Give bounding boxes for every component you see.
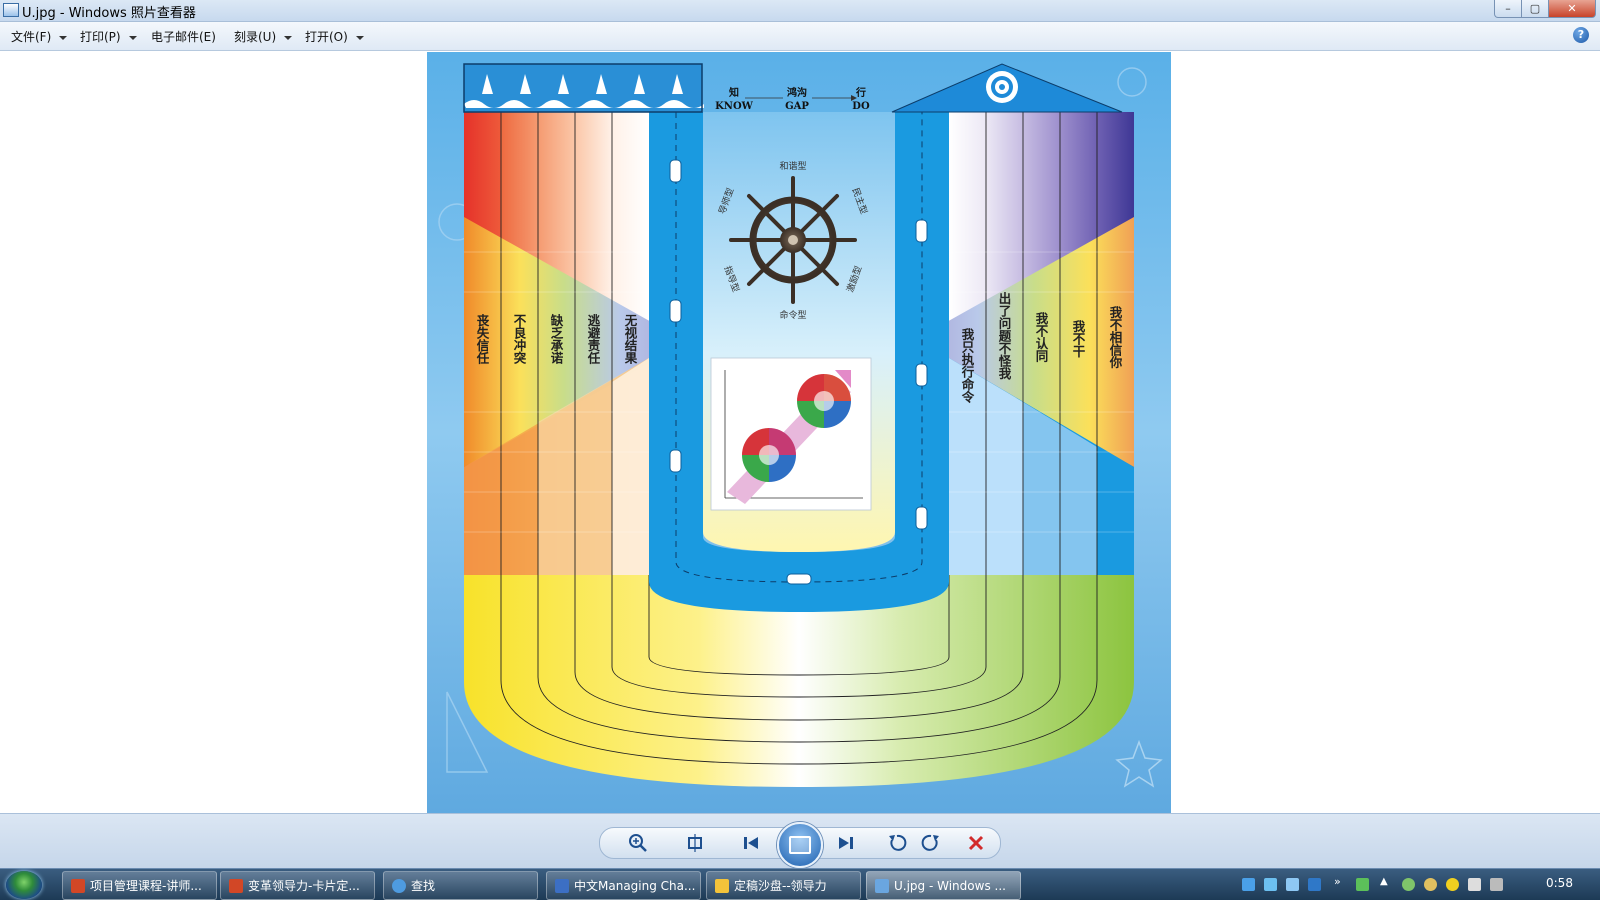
delete-icon[interactable] xyxy=(965,832,987,854)
window-title: U.jpg - Windows 照片查看器 xyxy=(22,6,196,21)
clock[interactable]: 0:58 xyxy=(1546,876,1573,890)
chevron-down-icon xyxy=(355,35,364,40)
viewer-control-bar xyxy=(0,813,1600,869)
u-diagram-image: 知 KNOW 鸿沟 GAP 行 DO 和谐型 命令型 导师型 指导型 民主型 激… xyxy=(427,52,1171,813)
menu-open[interactable]: 打开(O) xyxy=(305,28,364,45)
taskbar-item-label: 中文Managing Cha... xyxy=(574,879,696,893)
menu-bar: 文件(F) 打印(P) 电子邮件(E) 刻录(U) 打开(O) xyxy=(0,22,1600,51)
taskbar-item-label: 查找 xyxy=(411,879,436,893)
taskbar-item-photo-viewer[interactable]: U.jpg - Windows ... xyxy=(866,871,1021,900)
minimize-button[interactable]: – xyxy=(1494,0,1522,18)
right-text-2: 出了问题不怪我 xyxy=(997,291,1012,380)
slideshow-icon[interactable] xyxy=(777,822,823,868)
chevron-down-icon xyxy=(128,35,137,40)
taskbar-item-ppt-project[interactable]: 项目管理课程-讲师... xyxy=(62,871,217,900)
powerpoint-icon xyxy=(71,878,85,893)
wheel-label-top: 和谐型 xyxy=(779,161,806,172)
chevron-right-icon[interactable]: » xyxy=(1334,875,1347,888)
menu-file-label: 文件(F) xyxy=(11,30,52,44)
fit-icon[interactable] xyxy=(684,832,706,854)
menu-print-label: 打印(P) xyxy=(80,30,121,44)
taskbar-item-label: 变革领导力-卡片定... xyxy=(248,879,360,893)
menu-email-label: 电子邮件(E) xyxy=(151,30,216,44)
powerpoint-icon xyxy=(229,878,243,893)
update-icon[interactable] xyxy=(1446,878,1459,891)
menu-burn-label: 刻录(U) xyxy=(234,30,277,44)
right-text-4: 我不干 xyxy=(1071,319,1086,358)
know-cn-label: 知 xyxy=(728,86,739,99)
left-text-2: 不良冲突 xyxy=(512,314,527,365)
ship-wheel-icon xyxy=(729,176,857,304)
next-icon[interactable] xyxy=(835,832,857,854)
right-text-3: 我不认同 xyxy=(1034,311,1049,363)
right-text-1: 我只执行命令 xyxy=(960,327,975,404)
chevron-down-icon xyxy=(59,35,68,40)
image-viewport[interactable]: 知 KNOW 鸿沟 GAP 行 DO 和谐型 命令型 导师型 指导型 民主型 激… xyxy=(0,51,1600,813)
taskbar-item-label: 项目管理课程-讲师... xyxy=(90,879,202,893)
menu-open-label: 打开(O) xyxy=(305,30,348,44)
previous-icon[interactable] xyxy=(740,832,762,854)
document-icon xyxy=(555,878,569,893)
battery-icon[interactable] xyxy=(1356,878,1369,891)
tray-monitor-icon[interactable] xyxy=(1286,878,1299,891)
chevron-up-icon[interactable]: ▲ xyxy=(1380,876,1393,889)
gap-cn-label: 鸿沟 xyxy=(787,86,807,99)
security-icon[interactable] xyxy=(1424,878,1437,891)
left-text-5: 无视结果 xyxy=(623,314,638,365)
folder-icon xyxy=(715,878,729,893)
photo-viewer-icon xyxy=(875,878,889,893)
left-text-4: 逃避责任 xyxy=(586,313,601,365)
taskbar-item-label: 定稿沙盘--领导力 xyxy=(734,879,827,893)
right-text-5: 我不相信你 xyxy=(1108,305,1123,369)
do-cn-label: 行 xyxy=(855,86,866,99)
taskbar-item-search[interactable]: 查找 xyxy=(383,871,538,900)
inset-situational-chart xyxy=(710,357,872,511)
title-bar: U.jpg - Windows 照片查看器 xyxy=(0,0,1600,22)
close-button[interactable]: ✕ xyxy=(1548,0,1596,18)
menu-email[interactable]: 电子邮件(E) xyxy=(151,28,216,45)
taskbar-item-ppt-leadership[interactable]: 变革领导力-卡片定... xyxy=(220,871,375,900)
menu-file[interactable]: 文件(F) xyxy=(11,28,68,45)
device-icon[interactable] xyxy=(1468,878,1481,891)
taskbar-item-folder[interactable]: 定稿沙盘--领导力 xyxy=(706,871,861,900)
wheel-label-bottom: 命令型 xyxy=(779,309,806,321)
photo-viewer-icon xyxy=(3,3,19,17)
taskbar-item-label: U.jpg - Windows ... xyxy=(894,878,1006,893)
zoom-icon[interactable] xyxy=(627,832,649,854)
tray-window-icon[interactable] xyxy=(1264,878,1277,891)
volume-icon[interactable] xyxy=(1490,878,1503,891)
taskbar-item-managing-change[interactable]: 中文Managing Cha... xyxy=(546,871,701,900)
network-icon[interactable] xyxy=(1402,878,1415,891)
chevron-down-icon xyxy=(284,35,293,40)
gap-en-label: GAP xyxy=(785,101,809,112)
left-text-1: 丧失信任 xyxy=(475,313,490,365)
maximize-button[interactable]: ▢ xyxy=(1521,0,1549,18)
menu-print[interactable]: 打印(P) xyxy=(80,28,137,45)
search-icon xyxy=(392,878,406,893)
tray-app-icon[interactable] xyxy=(1242,878,1255,891)
help-icon[interactable]: ? xyxy=(1573,27,1589,43)
rotate-left-icon[interactable] xyxy=(886,832,908,854)
rotate-right-icon[interactable] xyxy=(920,832,942,854)
start-button[interactable] xyxy=(6,871,42,899)
menu-burn[interactable]: 刻录(U) xyxy=(234,28,293,45)
outlook-icon[interactable] xyxy=(1308,878,1321,891)
know-en-label: KNOW xyxy=(715,101,754,112)
left-text-3: 缺乏承诺 xyxy=(549,313,564,365)
taskbar: 项目管理课程-讲师... 变革领导力-卡片定... 查找 中文Managing … xyxy=(0,868,1600,900)
do-en-label: DO xyxy=(852,101,870,112)
